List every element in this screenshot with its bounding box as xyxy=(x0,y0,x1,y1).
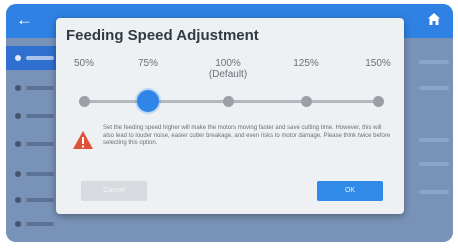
ok-button[interactable]: OK xyxy=(317,181,383,201)
arrow-left-icon[interactable]: ← xyxy=(16,10,33,30)
speed-option-125[interactable]: 125% xyxy=(276,58,336,69)
slider-tick[interactable] xyxy=(79,96,90,107)
warning-icon xyxy=(73,131,93,149)
speed-option-50[interactable]: 50% xyxy=(54,58,114,69)
speed-slider-thumb[interactable] xyxy=(137,90,159,112)
list-value xyxy=(419,138,449,142)
slider-tick[interactable] xyxy=(223,96,234,107)
speed-option-150[interactable]: 150% xyxy=(348,58,408,69)
sidebar-item[interactable] xyxy=(6,212,66,236)
warning-text: Set the feeding speed higher will make t… xyxy=(103,125,391,146)
slider-tick[interactable] xyxy=(373,96,384,107)
home-icon[interactable] xyxy=(427,12,441,26)
cancel-button[interactable]: Cancel xyxy=(81,181,147,201)
slider-tick[interactable] xyxy=(301,96,312,107)
feeding-speed-dialog: Feeding Speed Adjustment 50% 75% 100% (D… xyxy=(56,18,404,214)
list-value xyxy=(419,190,449,194)
dialog-title: Feeding Speed Adjustment xyxy=(66,27,259,44)
list-value xyxy=(419,86,449,90)
list-value xyxy=(419,60,449,64)
speed-option-75[interactable]: 75% xyxy=(118,58,178,69)
list-value xyxy=(419,162,449,166)
default-label: (Default) xyxy=(208,69,248,80)
speed-option-100[interactable]: 100% (Default) xyxy=(198,58,258,80)
